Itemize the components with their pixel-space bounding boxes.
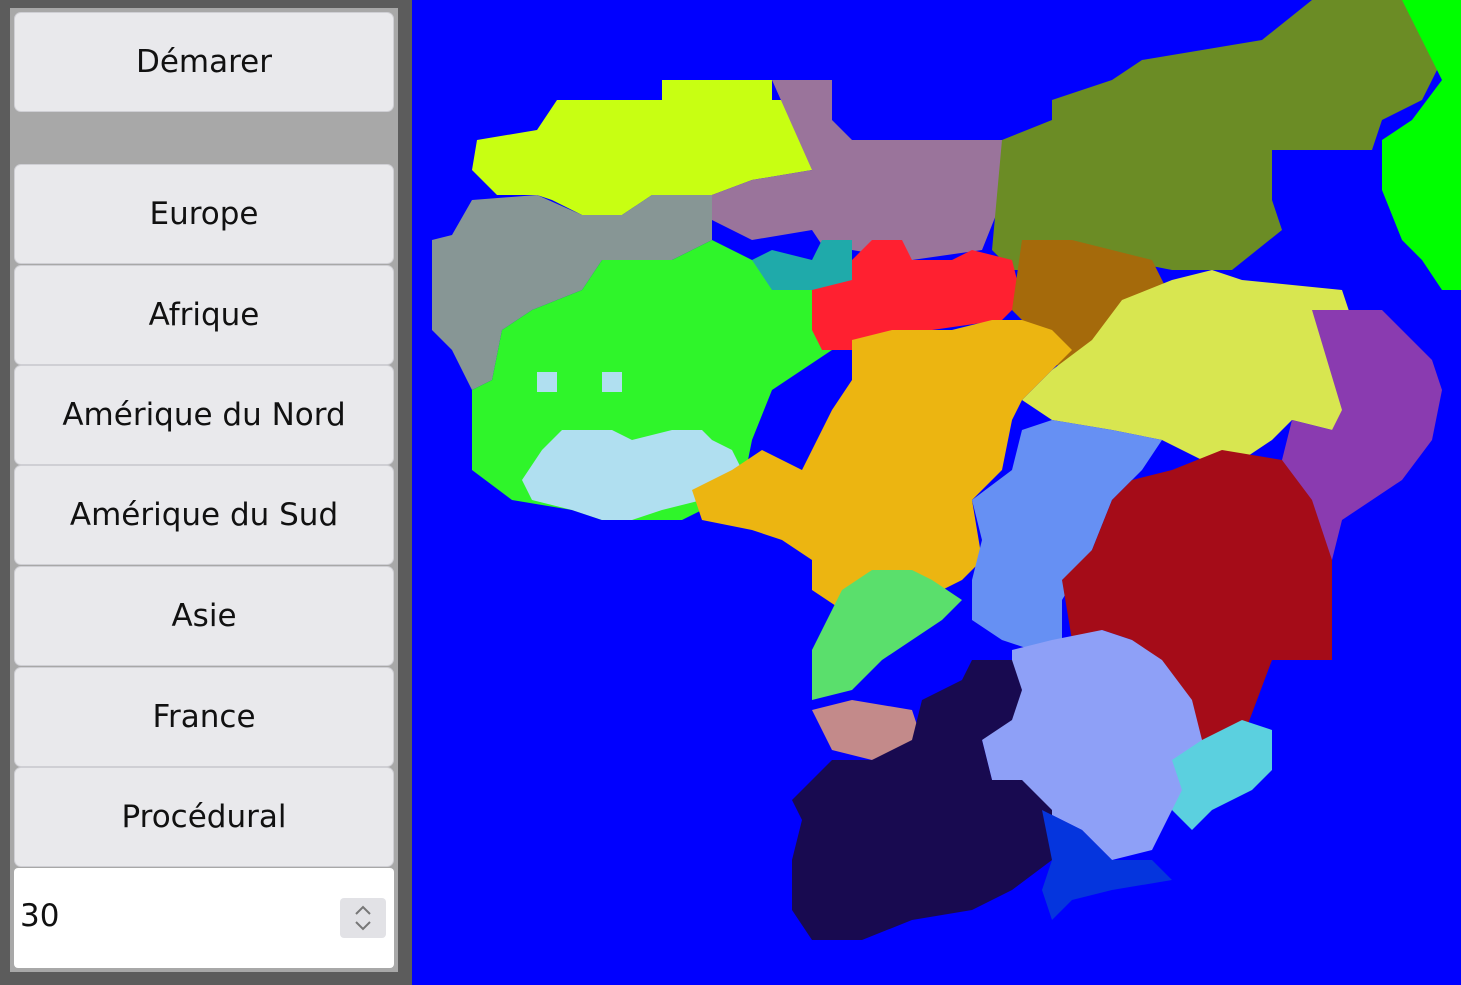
europe-button[interactable]: Europe	[14, 164, 394, 264]
map-region[interactable]	[792, 660, 1052, 940]
asia-button[interactable]: Asie	[14, 566, 394, 666]
map-region[interactable]	[992, 0, 1442, 270]
map-region[interactable]	[752, 240, 852, 290]
start-button[interactable]: Démarer	[14, 12, 394, 112]
procedural-button[interactable]: Procédural	[14, 767, 394, 867]
region-count-value[interactable]: 30	[20, 898, 59, 934]
chevron-up-down-icon	[355, 905, 371, 931]
lake	[537, 372, 557, 392]
region-map	[432, 0, 1461, 940]
spin-arrows[interactable]	[340, 898, 386, 938]
north-america-button[interactable]: Amérique du Nord	[14, 365, 394, 465]
africa-button[interactable]: Afrique	[14, 265, 394, 365]
south-america-button[interactable]: Amérique du Sud	[14, 465, 394, 565]
france-button[interactable]: France	[14, 667, 394, 767]
region-count-spinbox[interactable]: 30	[14, 868, 394, 968]
control-panel: Démarer Europe Afrique Amérique du Nord …	[10, 8, 398, 972]
lake	[602, 372, 622, 392]
map-canvas[interactable]	[412, 0, 1461, 985]
map-regions	[432, 0, 1461, 940]
sidebar: Démarer Europe Afrique Amérique du Nord …	[0, 0, 412, 985]
